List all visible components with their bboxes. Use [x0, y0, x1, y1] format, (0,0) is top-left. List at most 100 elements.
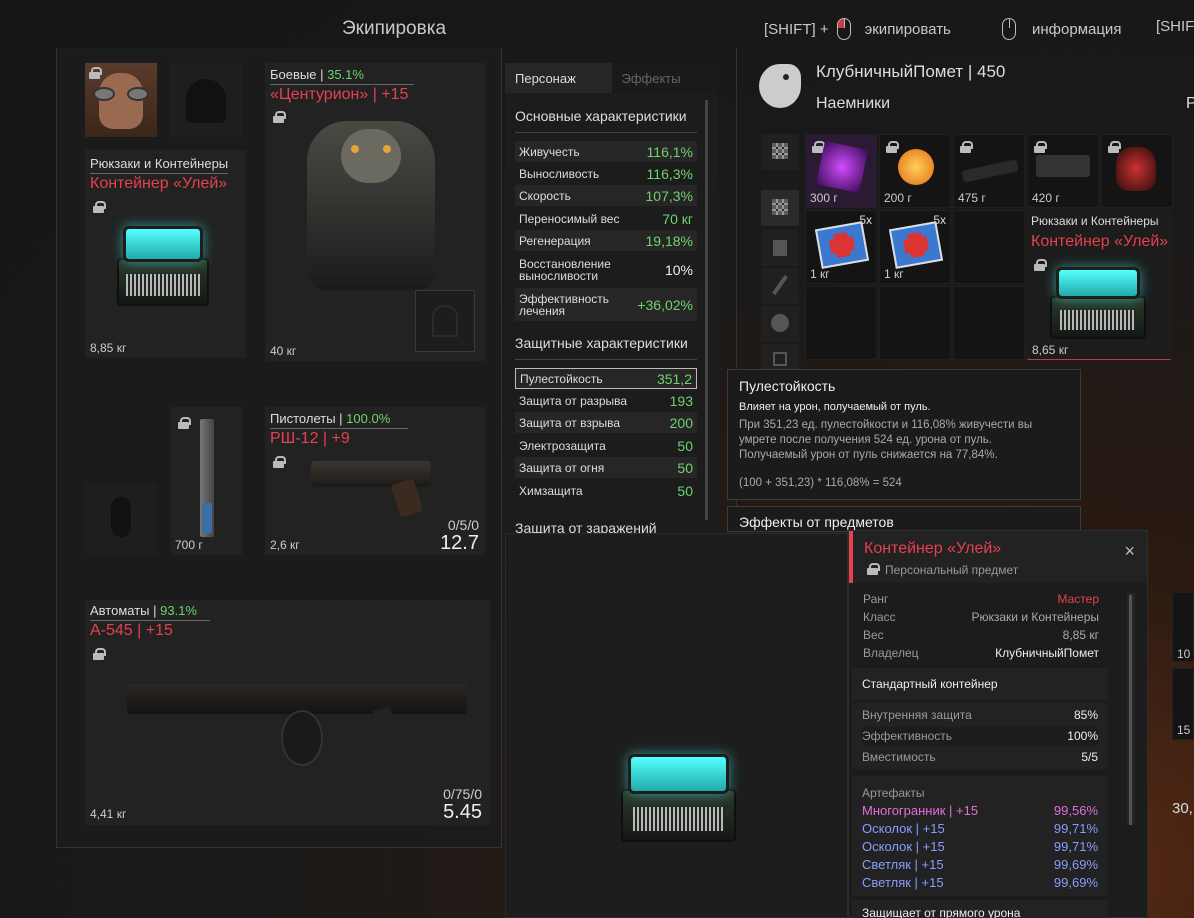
backpack-category: Рюкзаки и Контейнеры: [90, 156, 229, 174]
pistol-ammo: 0/5/0: [447, 517, 479, 533]
rifle-durability: 93.1%: [160, 603, 197, 618]
pistol-name: РШ-12 | +9: [270, 430, 350, 447]
backpack-name: Контейнер «Улей»: [90, 175, 228, 192]
stats-panel: Персонаж Эффекты Основные характеристики…: [505, 63, 718, 533]
close-icon[interactable]: ×: [1124, 542, 1135, 560]
card-artifacts-box: Артефакты Многогранник | +15 99,56% Оскол…: [852, 776, 1108, 896]
filter-all-button[interactable]: [761, 190, 799, 226]
inventory-empty-cell[interactable]: [953, 286, 1025, 360]
card-footer: Защищает от прямого урона: [852, 900, 1108, 918]
filter-armor-button[interactable]: [761, 230, 799, 266]
stat-row: Защита от взрыва 200: [515, 412, 697, 433]
hint-info-text: информация: [1032, 20, 1122, 38]
tooltip-body: При 351,23 ед. пулестойкости и 116,08% ж…: [739, 419, 1033, 461]
stat-row: Скорость 107,3%: [515, 185, 697, 206]
defense-stats-title: Защитные характеристики: [515, 335, 688, 351]
helmet-slot[interactable]: [170, 63, 242, 137]
stats-scrollbar[interactable]: [705, 100, 708, 520]
sort-button[interactable]: [761, 134, 799, 170]
knife-icon: [200, 419, 214, 537]
lock-icon: [1034, 259, 1047, 271]
page-title: Экипировка: [342, 18, 447, 39]
melee-slot[interactable]: 700 г: [170, 407, 242, 555]
grenade-slot[interactable]: [85, 483, 157, 555]
pistol-damage: 12.7: [440, 532, 479, 554]
backpack-slot[interactable]: Рюкзаки и Контейнеры Контейнер «Улей» 8,…: [85, 150, 246, 358]
pistol-weight: 2,6 кг: [270, 538, 300, 552]
tab-character[interactable]: Персонаж: [505, 63, 612, 93]
stats-tabs: Персонаж Эффекты: [505, 63, 718, 93]
inventory-item[interactable]: [1101, 134, 1173, 208]
inventory-container-item[interactable]: Рюкзаки и Контейнеры Контейнер «Улей» 8,…: [1027, 210, 1171, 360]
money-partial: 30,: [1172, 800, 1193, 817]
container-icon: [1050, 267, 1146, 339]
armor-suit-icon: [307, 121, 435, 291]
card-type-box: Стандартный контейнер: [852, 668, 1108, 700]
inventory-item-partial[interactable]: 10: [1172, 592, 1194, 662]
effects-tooltip: Эффекты от предметов: [727, 506, 1081, 532]
inventory-item[interactable]: 420 г: [1027, 134, 1099, 208]
inventory-empty-cell[interactable]: [879, 286, 951, 360]
card-scrollbar[interactable]: [1127, 593, 1135, 825]
rifle-weight: 4,41 кг: [90, 807, 127, 821]
lock-icon: [93, 201, 106, 213]
lock-icon: [812, 141, 825, 153]
inventory-empty-cell[interactable]: [953, 210, 1025, 284]
lock-icon: [273, 456, 286, 468]
hint-equip: [SHIFT] + экипировать: [764, 18, 951, 40]
filter-artifact-button[interactable]: [761, 306, 799, 342]
rifle-slot[interactable]: Автоматы | 93.1% А-545 | +15 0/75/0 5.45…: [85, 600, 490, 825]
inventory-item[interactable]: 5х 1 кг: [879, 210, 951, 284]
melee-weight: 700 г: [175, 538, 203, 552]
stat-row: Регенерация 19,18%: [515, 230, 697, 251]
filter-medical-button[interactable]: [761, 344, 799, 370]
backpack-weight: 8,85 кг: [90, 341, 127, 355]
main-stats-title: Основные характеристики: [515, 108, 687, 124]
card-params-box: Внутренняя защита 85% Эффективность 100% В…: [852, 703, 1108, 769]
lock-icon: [960, 141, 973, 153]
pistol-slot[interactable]: Пистолеты | 100.0% РШ-12 | +9 0/5/0 12.7…: [265, 407, 486, 555]
card-param-row: Эффективность 100%: [862, 727, 1098, 745]
lock-icon: [867, 563, 880, 575]
stat-row: Живучесть 116,1%: [515, 141, 697, 162]
grid-icon: [772, 199, 788, 215]
patch-slot[interactable]: [415, 290, 475, 352]
pistol-durability: 100.0%: [346, 411, 391, 426]
rifle-name: А-545 | +15: [90, 622, 173, 639]
mouse-icon: [1002, 18, 1016, 40]
artifact-row: Многогранник | +15 99,56%: [862, 803, 1098, 818]
inventory-item-partial[interactable]: 15: [1172, 668, 1194, 740]
medkit-icon: [888, 221, 944, 269]
lock-icon: [93, 648, 106, 660]
divider: [515, 132, 697, 133]
tooltip-formula: (100 + 351,23) * 116,08% = 524: [739, 477, 902, 489]
filter-weapon-button[interactable]: [761, 268, 799, 304]
card-param-row: Внутренняя защита 85%: [862, 708, 1098, 722]
card-prop-row: Владелец КлубничныйПомет: [863, 646, 1099, 660]
lock-icon: [1034, 141, 1047, 153]
inventory-item[interactable]: 200 г: [879, 134, 951, 208]
item-preview: [505, 533, 848, 918]
stat-row-selected[interactable]: Пулестойкость 351,2: [515, 368, 697, 389]
polyhedron-artifact-icon: [815, 140, 869, 194]
armor-name: «Центурион» | +15: [270, 86, 409, 103]
face-icon: [99, 73, 143, 129]
patch-icon: [432, 305, 458, 337]
divider: [515, 359, 697, 360]
infection-title: Защита от заражений: [515, 520, 657, 533]
grenade-icon: [111, 497, 131, 537]
firefly-artifact-icon: [898, 149, 934, 185]
stat-row: Восстановление выносливости 10%: [519, 257, 693, 283]
armor-slot[interactable]: Боевые | 35.1% «Центурион» | +15 40 кг: [265, 63, 486, 361]
stat-row: Защита от огня 50: [515, 457, 697, 478]
tab-effects[interactable]: Эффекты: [611, 63, 718, 93]
stat-tooltip: Пулестойкость Влияет на урон, получаемый…: [727, 369, 1081, 500]
inventory-item[interactable]: 300 г: [805, 134, 877, 208]
inventory-item[interactable]: 475 г: [953, 134, 1025, 208]
lock-icon: [273, 111, 286, 123]
inventory-empty-cell[interactable]: [805, 286, 877, 360]
avatar[interactable]: [85, 63, 157, 137]
inventory-item[interactable]: 5х 1 кг: [805, 210, 877, 284]
faction-eagle-icon: [755, 60, 805, 112]
rifle-damage: 5.45: [443, 801, 482, 823]
